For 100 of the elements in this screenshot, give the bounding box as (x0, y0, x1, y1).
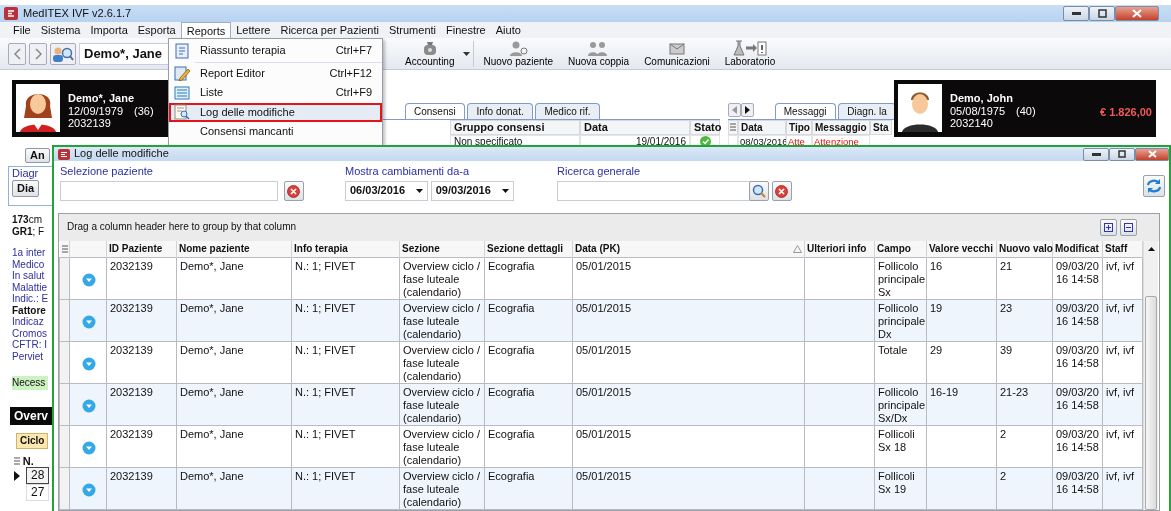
date-from-field[interactable]: 06/03/2016 (345, 181, 428, 201)
row-number[interactable]: 28 (26, 467, 50, 484)
scroll-right-button[interactable] (741, 103, 754, 117)
column-header: Tipo (786, 120, 812, 135)
minimize-button[interactable] (1063, 6, 1089, 21)
app-logo-icon (58, 148, 70, 160)
restore-button[interactable] (1109, 147, 1135, 161)
toolbar-button[interactable]: Comunicazioni (638, 39, 716, 68)
scrollbar-thumb[interactable] (1145, 295, 1157, 510)
toolbar-button[interactable]: Accounting (399, 39, 461, 68)
sidebar-link[interactable]: Malattie (12, 281, 49, 293)
menu-item[interactable]: Esporta (132, 22, 181, 38)
forward-button[interactable] (29, 42, 47, 65)
toolbar-button[interactable]: Nuova coppia (562, 39, 636, 68)
document-icon (174, 42, 190, 59)
row-number[interactable]: 27 (26, 484, 50, 501)
menu-item[interactable]: Lettere (231, 22, 276, 38)
expand-row-icon[interactable] (81, 314, 96, 329)
field-label: Ricerca generale (557, 165, 642, 178)
tab[interactable]: Info donat. (467, 103, 533, 119)
table-cell: Follicoli Sx 19 (878, 470, 915, 495)
expand-row-icon[interactable] (81, 356, 96, 371)
back-button[interactable] (8, 42, 26, 65)
table-cell: Ecografia (488, 386, 535, 398)
sidebar-link[interactable]: CFTR: I (12, 339, 49, 351)
menu-item[interactable]: Sistema (35, 22, 86, 38)
field-label: Mostra cambiamenti da-a (345, 165, 471, 178)
collapse-all-button[interactable] (1120, 218, 1137, 236)
group-label: Diagr (12, 167, 39, 180)
table-cell: Demo*, Jane (180, 344, 244, 356)
tab[interactable]: Messaggi (774, 103, 836, 119)
close-button[interactable] (1135, 147, 1169, 161)
menu-item[interactable]: Finestre (441, 22, 491, 38)
date-to-field[interactable]: 09/03/2016 (430, 181, 514, 201)
sidebar-link[interactable]: In salut (12, 270, 49, 282)
table-cell: 2032139 (110, 302, 153, 314)
tab[interactable]: Medico rif. (535, 103, 600, 119)
column-chooser-icon (14, 457, 20, 465)
table-cell: Follicolo principale Dx (878, 302, 926, 340)
table-cell: 16-19 (930, 386, 959, 398)
sidebar-link[interactable]: Cromos (12, 327, 49, 339)
sidebar-button[interactable]: An (25, 148, 50, 163)
expand-row-icon[interactable] (81, 272, 96, 287)
plus-icon (1104, 222, 1114, 232)
patient-id: 2032139 (68, 117, 112, 130)
man-avatar-icon (898, 84, 942, 132)
table-cell: Overview ciclo / fase luteale (calendario) (403, 428, 481, 466)
menu-item[interactable]: Liste Ctrl+F9 (169, 83, 382, 103)
clear-icon (287, 184, 300, 198)
sidebar-link[interactable]: Indic.: E (12, 293, 49, 305)
refresh-icon (1146, 178, 1162, 194)
panel-tab[interactable]: Ciclo (16, 433, 49, 449)
menu-item[interactable]: Report Editor Ctrl+F12 (169, 63, 382, 83)
shortcut-label: Ctrl+F9 (335, 86, 372, 100)
table-cell: Follicolo principale Sx (878, 260, 926, 298)
menu-item[interactable]: Aiuto (490, 22, 526, 38)
table-cell: Overview ciclo / fase luteale (calendario) (403, 470, 481, 508)
dropdown-caret-icon (463, 51, 471, 56)
patient-search-button[interactable] (50, 42, 76, 65)
menu-item[interactable]: Reports (180, 22, 232, 38)
menu-item[interactable]: Ricerca per Pazienti (275, 22, 384, 38)
search-input[interactable] (557, 181, 752, 201)
menu-item[interactable]: Importa (85, 22, 133, 38)
menu-item[interactable]: Consensi mancanti (169, 122, 382, 142)
expand-all-button[interactable] (1100, 218, 1118, 236)
table-cell: ivf, ivf (1106, 470, 1135, 482)
panel-header: Overv (10, 407, 54, 425)
refresh-button[interactable] (1143, 175, 1165, 197)
diagnosis-button[interactable]: Dia (12, 180, 40, 198)
patient-age: (36) (134, 105, 154, 118)
restore-button[interactable] (1089, 6, 1115, 21)
patient-fact: GR1; F (12, 226, 45, 238)
expand-row-icon[interactable] (81, 398, 96, 413)
table-cell: 05/01/2015 (576, 428, 632, 440)
close-button[interactable] (1115, 6, 1159, 21)
tab[interactable]: Diagn. la (838, 103, 894, 119)
patient-input[interactable] (60, 181, 278, 201)
minimize-button[interactable] (1083, 147, 1109, 161)
sort-ascending-icon[interactable] (793, 244, 802, 253)
toolbar-button[interactable]: Laboratorio (718, 39, 782, 68)
menu-item[interactable]: Log delle modifiche (169, 102, 382, 122)
window-title: MedITEX IVF v2.6.1.7 (23, 6, 132, 21)
birth-date: 12/09/1979 (68, 105, 124, 118)
toolbar-button[interactable]: Nuovo paziente (477, 39, 559, 68)
menu-item[interactable]: Strumenti (383, 22, 441, 38)
clear-button[interactable] (283, 181, 304, 201)
sidebar-link[interactable]: Medico (12, 258, 49, 270)
table-cell: N.: 1; FIVET (295, 302, 356, 314)
column-header[interactable]: Data (PK) (575, 242, 620, 255)
dropdown-caret-icon (416, 189, 423, 193)
tab[interactable]: Consensi (405, 103, 465, 119)
menu-item[interactable]: File (8, 22, 36, 38)
sidebar-link[interactable]: Perviet (12, 350, 49, 362)
clear-button[interactable] (771, 181, 792, 201)
sidebar-link[interactable]: Indicaz (12, 316, 49, 328)
vertical-scrollbar[interactable] (1143, 240, 1158, 510)
restore-icon (1097, 9, 1107, 18)
expand-row-icon[interactable] (81, 482, 96, 497)
expand-row-icon[interactable] (81, 440, 96, 455)
sidebar-link[interactable]: 1a inter (12, 247, 49, 259)
